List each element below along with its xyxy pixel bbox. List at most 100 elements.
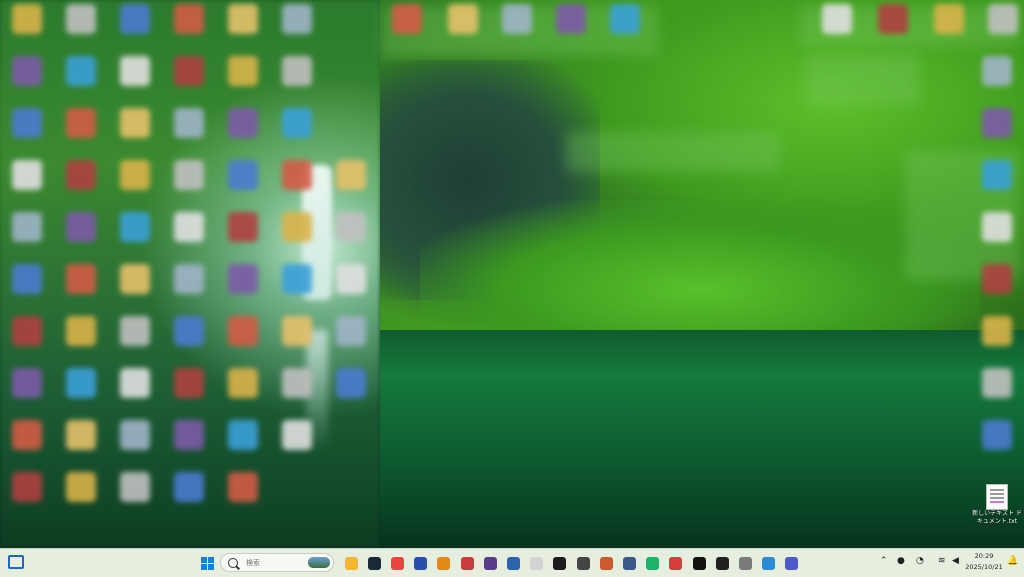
desktop-app-icon[interactable] <box>282 56 312 86</box>
desktop-app-icon[interactable] <box>448 4 478 34</box>
desktop-app-icon[interactable] <box>228 264 258 294</box>
taskbar-app-button[interactable] <box>412 554 430 572</box>
desktop-app-icon[interactable] <box>982 264 1012 294</box>
taskbar-app-button[interactable] <box>667 554 685 572</box>
taskbar-search-box[interactable] <box>220 553 334 572</box>
desktop-app-icon[interactable] <box>66 368 96 398</box>
desktop-app-icon[interactable] <box>228 212 258 242</box>
taskbar-app-button[interactable] <box>597 554 615 572</box>
desktop-app-icon[interactable] <box>66 472 96 502</box>
desktop-app-icon[interactable] <box>228 160 258 190</box>
desktop-app-icon[interactable] <box>336 212 366 242</box>
desktop-app-icon[interactable] <box>66 420 96 450</box>
desktop-app-icon[interactable] <box>120 212 150 242</box>
desktop-app-icon[interactable] <box>228 4 258 34</box>
desktop-app-icon[interactable] <box>12 368 42 398</box>
desktop-app-icon[interactable] <box>120 472 150 502</box>
desktop-app-icon[interactable] <box>982 108 1012 138</box>
notification-bell-icon[interactable]: 🔔 <box>1007 556 1018 566</box>
desktop-app-icon[interactable] <box>66 108 96 138</box>
desktop-app-icon[interactable] <box>120 420 150 450</box>
taskbar-app-button[interactable] <box>551 554 569 572</box>
desktop-app-icon[interactable] <box>120 160 150 190</box>
tray-app-icon[interactable]: ● <box>897 556 905 566</box>
taskbar-app-button[interactable] <box>458 554 476 572</box>
desktop-app-icon[interactable] <box>822 4 852 34</box>
desktop-app-icon[interactable] <box>66 212 96 242</box>
desktop-app-icon[interactable] <box>982 212 1012 242</box>
desktop-app-icon[interactable] <box>66 56 96 86</box>
desktop-app-icon[interactable] <box>174 108 204 138</box>
desktop-app-icon[interactable] <box>174 264 204 294</box>
desktop-app-icon[interactable] <box>120 264 150 294</box>
desktop-app-icon[interactable] <box>120 368 150 398</box>
desktop-app-icon[interactable] <box>120 4 150 34</box>
taskbar-app-button[interactable] <box>528 554 546 572</box>
desktop-app-icon[interactable] <box>12 316 42 346</box>
desktop-app-icon[interactable] <box>174 420 204 450</box>
taskbar-app-button[interactable] <box>342 554 360 572</box>
desktop-app-icon[interactable] <box>392 4 422 34</box>
taskbar-app-button[interactable] <box>760 554 778 572</box>
taskbar-app-button[interactable] <box>388 554 406 572</box>
desktop-app-icon[interactable] <box>12 472 42 502</box>
desktop-app-icon[interactable] <box>610 4 640 34</box>
desktop-app-icon[interactable] <box>282 4 312 34</box>
system-clock[interactable]: 20:29 2025/10/21 <box>958 551 1010 573</box>
desktop-app-icon[interactable] <box>336 160 366 190</box>
taskbar-app-button[interactable] <box>713 554 731 572</box>
desktop-app-icon[interactable] <box>120 56 150 86</box>
desktop-app-icon[interactable] <box>982 368 1012 398</box>
desktop-app-icon[interactable] <box>12 264 42 294</box>
taskbar-app-button[interactable] <box>574 554 592 572</box>
desktop-app-icon[interactable] <box>282 212 312 242</box>
taskbar-app-button[interactable] <box>644 554 662 572</box>
taskbar-app-button[interactable] <box>481 554 499 572</box>
desktop-app-icon[interactable] <box>12 108 42 138</box>
desktop-app-icon[interactable] <box>982 56 1012 86</box>
desktop-app-icon[interactable] <box>282 160 312 190</box>
tray-status-icon[interactable]: ◔ <box>916 556 924 566</box>
desktop-app-icon[interactable] <box>12 56 42 86</box>
desktop-app-icon[interactable] <box>982 316 1012 346</box>
desktop-app-icon[interactable] <box>934 4 964 34</box>
desktop-app-icon[interactable] <box>878 4 908 34</box>
desktop-app-icon[interactable] <box>12 212 42 242</box>
taskbar-app-button[interactable] <box>620 554 638 572</box>
desktop-app-icon[interactable] <box>174 4 204 34</box>
desktop-app-icon[interactable] <box>982 420 1012 450</box>
desktop-app-icon[interactable] <box>556 4 586 34</box>
desktop-app-icon[interactable] <box>336 264 366 294</box>
desktop-app-icon[interactable] <box>174 472 204 502</box>
widgets-button[interactable] <box>8 555 24 571</box>
desktop-app-icon[interactable] <box>336 316 366 346</box>
desktop-app-icon[interactable] <box>12 160 42 190</box>
taskbar-app-button[interactable] <box>736 554 754 572</box>
desktop-app-icon[interactable] <box>502 4 532 34</box>
taskbar-app-button[interactable] <box>783 554 801 572</box>
desktop-app-icon[interactable] <box>282 316 312 346</box>
desktop-app-icon[interactable] <box>282 420 312 450</box>
desktop-app-icon[interactable] <box>66 160 96 190</box>
taskbar-app-button[interactable] <box>504 554 522 572</box>
desktop-app-icon[interactable] <box>174 212 204 242</box>
desktop-app-icon[interactable] <box>120 316 150 346</box>
desktop-app-icon[interactable] <box>66 316 96 346</box>
chevron-up-icon[interactable]: ⌃ <box>880 556 888 566</box>
desktop-app-icon[interactable] <box>120 108 150 138</box>
desktop-app-icon[interactable] <box>228 108 258 138</box>
desktop-app-icon[interactable] <box>282 108 312 138</box>
desktop-app-icon[interactable] <box>12 4 42 34</box>
start-button[interactable] <box>198 554 216 572</box>
desktop-app-icon[interactable] <box>228 56 258 86</box>
desktop-app-icon[interactable] <box>228 316 258 346</box>
desktop-app-icon[interactable] <box>174 316 204 346</box>
taskbar-app-button[interactable] <box>690 554 708 572</box>
desktop-app-icon[interactable] <box>228 472 258 502</box>
desktop-app-icon[interactable] <box>228 420 258 450</box>
desktop-app-icon[interactable] <box>228 368 258 398</box>
desktop-app-icon[interactable] <box>174 160 204 190</box>
desktop-app-icon[interactable] <box>174 368 204 398</box>
taskbar-app-button[interactable] <box>435 554 453 572</box>
search-input[interactable] <box>244 557 308 568</box>
